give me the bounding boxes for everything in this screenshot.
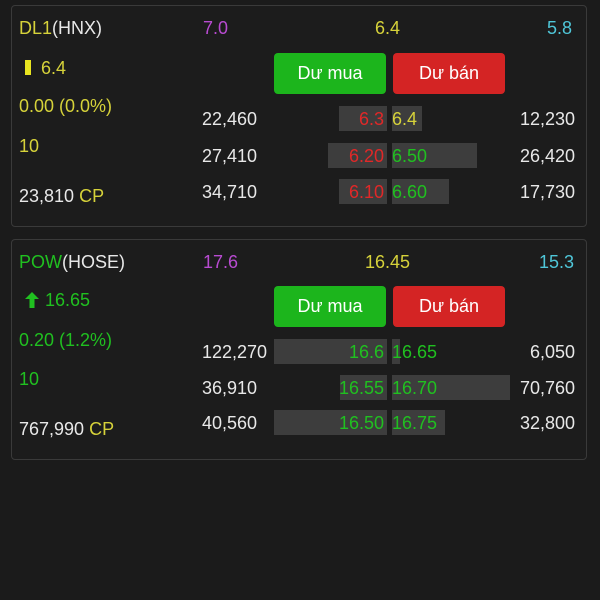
sell-depth-button[interactable]: Dư bán [393, 286, 505, 327]
ask-price[interactable]: 6.60 [392, 182, 427, 203]
floor-price: 5.8 [547, 18, 573, 38]
ask-price[interactable]: 16.65 [392, 342, 437, 363]
stock-total-volume-line: 23,810 CP [19, 186, 104, 207]
bid-volume: 36,910 [202, 378, 258, 398]
bid-price[interactable]: 6.3 [359, 109, 384, 130]
stock-total-volume: 23,810 [19, 186, 75, 206]
stock-price: 6.4 [41, 58, 67, 78]
stock-exchange: (HOSE) [62, 252, 125, 272]
ask-volume: 12,230 [519, 109, 575, 129]
stock-price: 16.65 [45, 290, 91, 310]
ask-volume: 32,800 [519, 413, 575, 433]
stock-total-volume-line: 767,990 CP [19, 419, 114, 440]
stock-lot-volume: 10 [19, 369, 40, 389]
stock-card-pow[interactable]: POW(HOSE) 16.65 0.20 (1.2%) 10 767,990 C… [11, 239, 587, 460]
ask-price[interactable]: 16.75 [392, 413, 437, 434]
ask-price[interactable]: 6.50 [392, 146, 427, 167]
bid-price[interactable]: 16.6 [349, 342, 384, 363]
buy-depth-button[interactable]: Dư mua [274, 53, 386, 94]
bid-price[interactable]: 16.55 [339, 378, 384, 399]
stock-total-unit: CP [79, 186, 105, 206]
stock-lot-volume: 10 [19, 136, 40, 156]
stock-change: 0.20 (1.2%) [19, 330, 113, 350]
bid-price[interactable]: 6.10 [349, 182, 384, 203]
bid-price[interactable]: 6.20 [349, 146, 384, 167]
ask-price[interactable]: 16.70 [392, 378, 437, 399]
bid-volume: 122,270 [202, 342, 268, 362]
ask-volume: 17,730 [519, 182, 575, 202]
ask-volume: 26,420 [519, 146, 575, 166]
stock-symbol[interactable]: DL1 [19, 18, 52, 38]
ask-volume: 6,050 [529, 342, 575, 362]
stock-price-line: 16.65 [25, 290, 90, 311]
stock-card-dl1[interactable]: DL1(HNX) 6.4 0.00 (0.0%) 10 23,810 CP 7.… [11, 5, 587, 227]
stock-change: 0.00 (0.0%) [19, 96, 113, 116]
ceiling-price: 17.6 [203, 252, 239, 272]
reference-bar-icon [25, 60, 31, 75]
ceiling-price: 7.0 [203, 18, 229, 38]
ask-price[interactable]: 6.4 [392, 109, 417, 130]
bid-volume: 27,410 [202, 146, 258, 166]
reference-price: 6.4 [375, 18, 401, 38]
bid-price[interactable]: 16.50 [339, 413, 384, 434]
bid-volume: 34,710 [202, 182, 258, 202]
stock-total-unit: CP [89, 419, 115, 439]
stock-symbol[interactable]: POW [19, 252, 62, 272]
bid-volume: 22,460 [202, 109, 258, 129]
floor-price: 15.3 [539, 252, 575, 272]
stock-total-volume: 767,990 [19, 419, 85, 439]
sell-depth-button[interactable]: Dư bán [393, 53, 505, 94]
bid-volume: 40,560 [202, 413, 258, 433]
stock-symbol-line[interactable]: POW(HOSE) [19, 252, 125, 273]
stock-exchange: (HNX) [52, 18, 103, 38]
stock-price-line: 6.4 [25, 58, 66, 79]
stock-symbol-line[interactable]: DL1(HNX) [19, 18, 102, 39]
buy-depth-button[interactable]: Dư mua [274, 286, 386, 327]
reference-price: 16.45 [365, 252, 411, 272]
arrow-up-icon [25, 292, 39, 308]
ask-volume: 70,760 [519, 378, 575, 398]
